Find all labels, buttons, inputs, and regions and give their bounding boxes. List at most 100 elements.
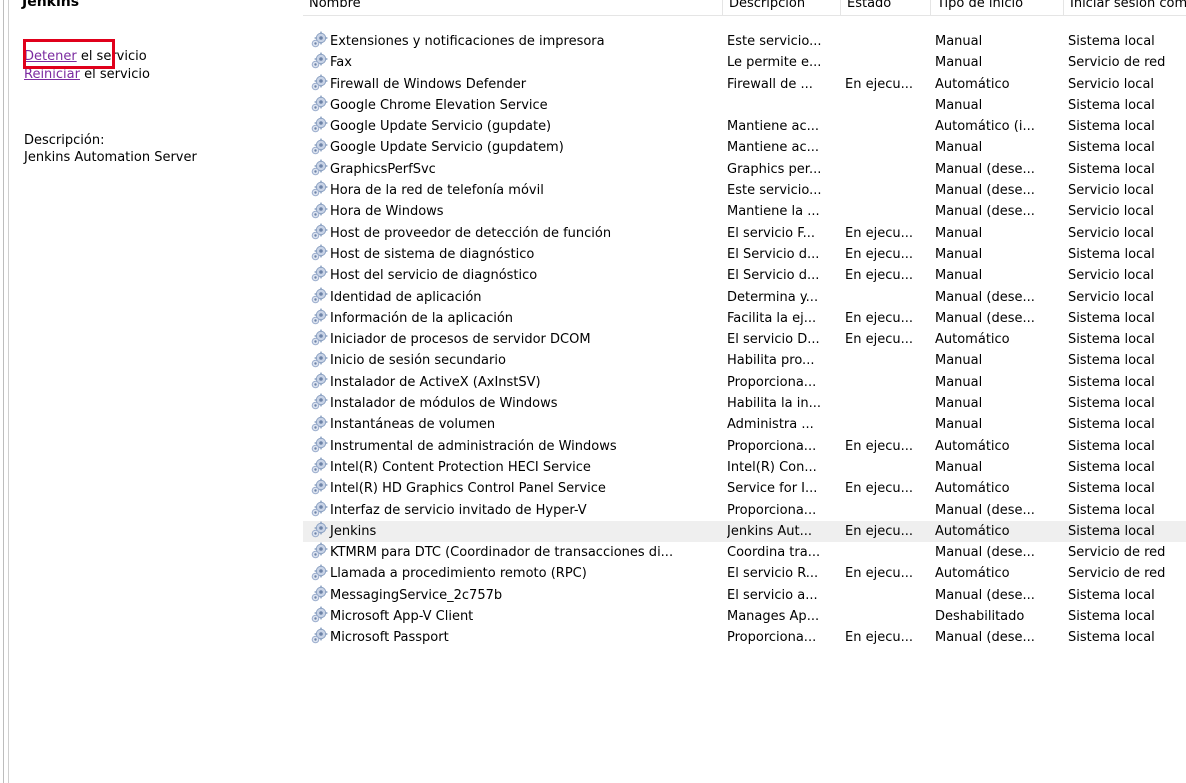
gear-service-icon (311, 457, 328, 474)
table-row[interactable]: Intel(R) Content Protection HECI Service… (303, 457, 1186, 478)
service-logon: Sistema local (1068, 353, 1155, 369)
table-row[interactable]: Inicio de sesión secundario Habilita pro… (303, 350, 1186, 371)
service-name-cell: GraphicsPerfSvc (310, 159, 720, 180)
service-description: Mantiene la ... (727, 204, 820, 220)
table-row[interactable]: Identidad de aplicación Determina y... M… (303, 287, 1186, 308)
services-list: Nombre Descripción Estado Tipo de inicio… (303, 0, 1186, 783)
stop-service-action: Detener el servicio (24, 49, 147, 64)
service-name-cell: Google Update Servicio (gupdate) (310, 116, 720, 137)
service-description: Este servicio... (727, 34, 822, 49)
table-row[interactable]: Host del servicio de diagnóstico El Serv… (303, 265, 1186, 286)
table-row[interactable]: Google Update Servicio (gupdatem) Mantie… (303, 137, 1186, 158)
table-row[interactable]: Llamada a procedimiento remoto (RPC) El … (303, 563, 1186, 584)
column-header-state[interactable]: Estado (841, 0, 931, 15)
table-row[interactable]: Intel(R) HD Graphics Control Panel Servi… (303, 478, 1186, 499)
table-row[interactable]: Host de proveedor de detección de funció… (303, 223, 1186, 244)
gear-service-icon (311, 393, 328, 410)
service-name-cell: Instalador de módulos de Windows (310, 393, 720, 414)
service-name-cell: Google Update Servicio (gupdatem) (310, 137, 720, 158)
service-logon: Sistema local (1068, 246, 1155, 262)
gear-service-icon (311, 95, 328, 112)
table-row[interactable]: Interfaz de servicio invitado de Hyper-V… (303, 500, 1186, 521)
service-logon: Servicio de red (1068, 545, 1166, 561)
service-start-type: Manual (935, 140, 983, 156)
table-row[interactable]: Instalador de módulos de Windows Habilit… (303, 393, 1186, 414)
table-row[interactable]: Google Chrome Elevation Service Manual S… (303, 95, 1186, 116)
table-row[interactable]: Microsoft Passport Proporciona... En eje… (303, 627, 1186, 648)
service-description: Mantiene ac... (727, 119, 820, 135)
table-row[interactable]: Host de sistema de diagnóstico El Servic… (303, 244, 1186, 265)
service-logon: Sistema local (1068, 374, 1155, 390)
service-logon: Sistema local (1068, 396, 1155, 412)
gear-service-icon (311, 521, 328, 538)
service-state (845, 542, 929, 563)
gear-service-icon (311, 138, 328, 154)
service-description: Proporciona... (727, 374, 817, 390)
table-row[interactable]: KTMRM para DTC (Coordinador de transacci… (303, 542, 1186, 563)
service-state: En ejecu... (845, 268, 913, 284)
gear-service-icon (311, 606, 328, 623)
service-start-type: Manual (dese... (935, 183, 1035, 199)
table-row[interactable]: MessagingService_2c757b El servicio a...… (303, 585, 1186, 606)
column-header-description[interactable]: Descripción (723, 0, 841, 15)
service-start-type: Manual (dese... (935, 204, 1035, 220)
table-row[interactable]: GraphicsPerfSvc Graphics per... Manual (… (303, 159, 1186, 180)
description-label: Descripción: (24, 133, 105, 148)
service-state (845, 201, 929, 222)
table-row[interactable]: Google Update Servicio (gupdate) Mantien… (303, 116, 1186, 137)
service-logon: Sistema local (1068, 119, 1155, 135)
table-row[interactable]: Hora de Windows Mantiene la ... Manual (… (303, 201, 1186, 222)
gear-service-icon (311, 53, 328, 69)
table-row[interactable]: Instalador de ActiveX (AxInstSV) Proporc… (303, 372, 1186, 393)
table-row[interactable]: Instantáneas de volumen Administra ... M… (303, 414, 1186, 435)
service-name: Extensiones y notificaciones de impresor… (330, 34, 605, 49)
service-state: En ejecu... (845, 310, 913, 326)
table-row[interactable]: Instrumental de administración de Window… (303, 436, 1186, 457)
gear-service-icon (311, 500, 328, 516)
service-state (845, 350, 929, 371)
table-row[interactable]: Firewall de Windows Defender Firewall de… (303, 74, 1186, 95)
service-description: El servicio a... (727, 587, 818, 603)
table-row[interactable]: Fax Le permite e... Manual Servicio de r… (303, 52, 1186, 73)
service-description: Proporciona... (727, 438, 817, 454)
column-header-start-type[interactable]: Tipo de inicio (931, 0, 1064, 15)
service-name-cell: Interfaz de servicio invitado de Hyper-V (310, 500, 720, 521)
service-name: Instalador de módulos de Windows (330, 396, 558, 412)
gear-service-icon (311, 415, 328, 431)
service-state: En ejecu... (845, 630, 913, 646)
service-name-cell: MessagingService_2c757b (310, 585, 720, 606)
service-name-cell: Inicio de sesión secundario (310, 350, 720, 371)
service-name: GraphicsPerfSvc (330, 161, 436, 177)
service-description: El Servicio d... (727, 246, 820, 262)
service-description: Firewall de ... (727, 76, 813, 92)
service-logon: Sistema local (1068, 34, 1155, 49)
service-name: Microsoft Passport (330, 630, 449, 646)
service-start-type: Manual (935, 459, 983, 475)
table-row[interactable]: Extensiones y notificaciones de impresor… (303, 31, 1186, 52)
column-header-name[interactable]: Nombre (303, 0, 723, 15)
service-name: MessagingService_2c757b (330, 587, 503, 603)
table-row[interactable]: Jenkins Jenkins Aut... En ejecu... Autom… (303, 520, 1186, 543)
service-name-cell: Host de proveedor de detección de funció… (310, 223, 720, 244)
service-name: Google Update Servicio (gupdatem) (330, 140, 564, 156)
list-header: Nombre Descripción Estado Tipo de inicio… (303, 0, 1186, 16)
service-start-type: Automático (935, 438, 1010, 454)
service-description: Habilita pro... (727, 353, 815, 369)
service-description: Graphics per... (727, 161, 822, 177)
table-row[interactable]: Información de la aplicación Facilita la… (303, 308, 1186, 329)
service-name-cell: Extensiones y notificaciones de impresor… (310, 31, 720, 52)
table-row[interactable]: Microsoft App-V Client Manages Ap... Des… (303, 606, 1186, 627)
service-name: Google Update Servicio (gupdate) (330, 119, 552, 135)
service-logon: Sistema local (1068, 523, 1155, 539)
service-start-type: Manual (dese... (935, 630, 1035, 646)
service-name: Instrumental de administración de Window… (330, 438, 617, 454)
table-row[interactable]: Iniciador de procesos de servidor DCOM E… (303, 329, 1186, 350)
service-name-cell: Intel(R) HD Graphics Control Panel Servi… (310, 478, 720, 499)
column-header-logon[interactable]: Iniciar sesión como (1064, 0, 1186, 15)
gear-service-icon (311, 478, 328, 495)
restart-service-link[interactable]: Reiniciar (24, 67, 80, 82)
service-state (845, 606, 929, 627)
table-row[interactable]: Hora de la red de telefonía móvil Este s… (303, 180, 1186, 201)
stop-service-link[interactable]: Detener (24, 49, 77, 64)
service-logon: Sistema local (1068, 630, 1155, 646)
